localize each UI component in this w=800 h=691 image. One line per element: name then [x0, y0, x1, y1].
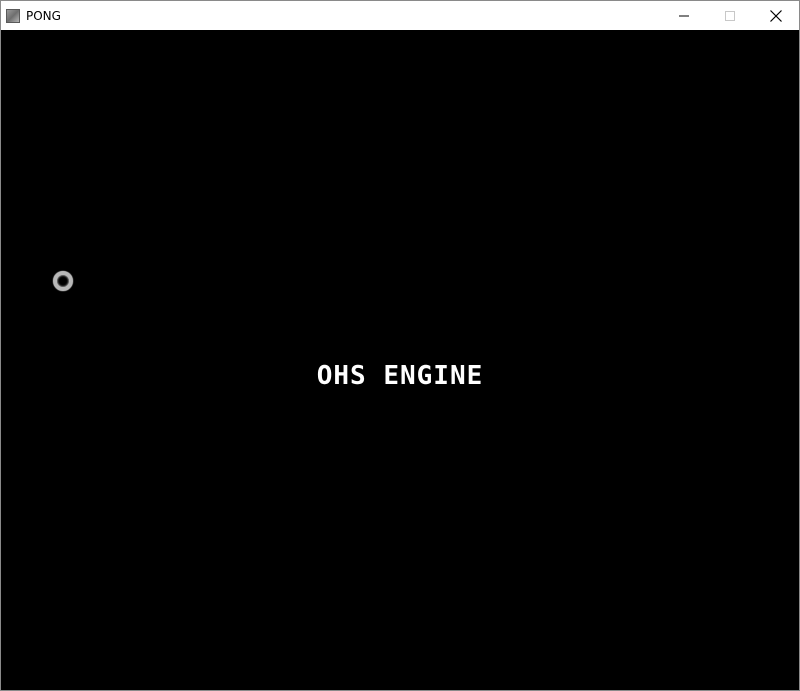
maximize-button[interactable] [707, 1, 753, 30]
splash-title: OHS ENGINE [316, 361, 484, 391]
game-canvas[interactable]: OHS ENGINE [1, 30, 799, 690]
maximize-icon [725, 10, 735, 21]
close-button[interactable] [753, 1, 799, 30]
window-controls [661, 1, 799, 30]
close-icon [770, 9, 782, 22]
minimize-icon [679, 15, 689, 16]
window-title: PONG [26, 8, 61, 23]
app-window-icon [6, 8, 20, 23]
game-window: PONG OHS ENGINE [0, 0, 800, 691]
title-bar[interactable]: PONG [1, 1, 799, 30]
ball [53, 271, 73, 291]
minimize-button[interactable] [661, 1, 707, 30]
